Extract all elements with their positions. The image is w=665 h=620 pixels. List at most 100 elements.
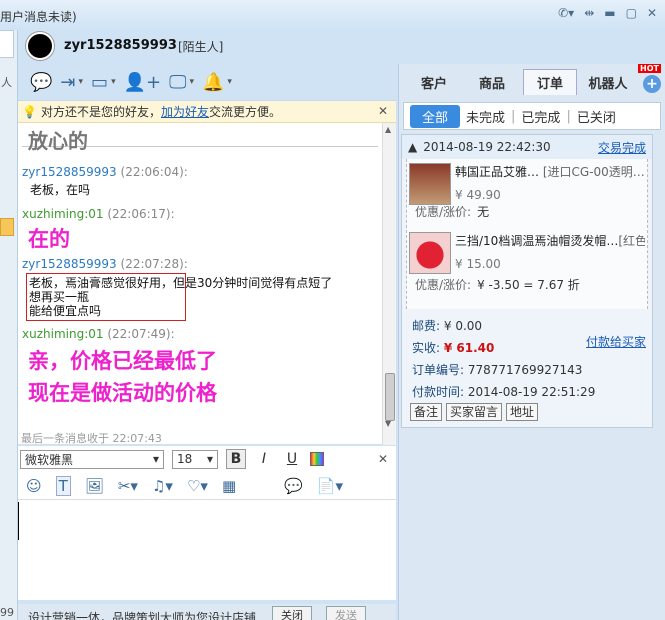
notice-text: 对方还不是您的好友， [40, 105, 161, 119]
order-card: ▲ 2014-08-19 22:42:30 交易完成 韩国正品艾雅… [进口CG… [401, 134, 653, 428]
order-number: 778771769927143 [467, 363, 583, 377]
font-family-select[interactable]: 微软雅黑 ▾ [20, 449, 164, 469]
underline-button[interactable]: U [282, 449, 302, 469]
voice-icon[interactable]: ♫▾ [152, 477, 173, 495]
product-title[interactable]: 三挡/10档调温焉油帽烫发帽…[红色] [455, 232, 645, 249]
scissors-icon[interactable]: ✂▾ [118, 477, 138, 495]
order-filter-tabs: 全部 未完成 | 已完成 | 已关闭 [403, 102, 661, 130]
left-strip-count: 99 [0, 606, 14, 619]
product-thumbnail[interactable] [409, 163, 451, 205]
avatar[interactable] [26, 32, 54, 60]
last-message-time: 最后一条消息收于 22:07:43 [18, 430, 380, 445]
ad-text[interactable]: 设计营销一体，品牌策划大师为您设计店铺 [28, 609, 256, 620]
contact-header: zyr1528859993 [陌生人] [18, 30, 665, 64]
text-caret [18, 502, 19, 540]
close-icon[interactable]: ✕ [647, 6, 657, 20]
footer-bar: 设计营销一体，品牌策划大师为您设计店铺 关闭 发送 [18, 604, 396, 620]
send-button[interactable]: 发送 [326, 606, 367, 620]
product-title[interactable]: 韩国正品艾雅… [进口CG-00透明… [455, 163, 645, 180]
order-actions: 备注 买家留言 地址 [410, 403, 539, 421]
collapse-icon[interactable]: ▲ [408, 140, 417, 154]
emoji-icon[interactable]: ☺ [26, 477, 42, 495]
history-icon[interactable]: 📄▾ [317, 477, 343, 495]
divider: | [511, 108, 516, 124]
window-title: 用户消息未读) [0, 10, 77, 24]
tab-products[interactable]: 商品 [465, 69, 519, 95]
alert-icon[interactable]: 🔔 ▾ [202, 72, 232, 93]
screen-share-icon[interactable]: 🖵 ▾ [169, 72, 194, 93]
order-status-link[interactable]: 交易完成 [598, 139, 646, 156]
heart-icon[interactable]: ♡▾ [187, 477, 208, 495]
font-size-select[interactable]: 18 ▾ [172, 449, 218, 469]
color-picker-icon[interactable] [310, 452, 324, 466]
image-icon[interactable]: 🖼 [85, 477, 104, 495]
message-text: 在的 [28, 227, 70, 251]
chat-scrollbar[interactable]: ▲ ▼ [382, 123, 396, 445]
left-strip-tab[interactable] [0, 30, 14, 58]
bulb-icon: 💡 [22, 104, 37, 119]
note-button[interactable]: 备注 [410, 403, 443, 421]
add-contact-icon[interactable]: 👤+ [124, 72, 162, 93]
message-text: 亲，价格已经最低了 [28, 349, 217, 373]
filter-closed[interactable]: 已关闭 [577, 107, 616, 126]
phone-icon[interactable]: ✆▾ [558, 6, 574, 20]
font-toolbar: 微软雅黑 ▾ 18 ▾ B I U ✕ [18, 446, 396, 472]
filter-complete[interactable]: 已完成 [521, 107, 560, 126]
order-summary: 邮费: ¥ 0.00 实收: ¥ 61.40 付款给买家 订单编号: 77877… [412, 319, 646, 399]
order-items: 韩国正品艾雅… [进口CG-00透明… ¥ 49.90 优惠/涨价: 无 三挡/1… [406, 159, 648, 309]
divider: | [566, 108, 571, 124]
chat-bubble-icon[interactable]: 💬 [30, 72, 52, 93]
message-text: 现在是做活动的价格 [28, 381, 217, 405]
maximize-icon[interactable]: ▢ [626, 6, 637, 20]
message-sender: xuzhiming:01 (22:06:17): [22, 207, 175, 221]
font-style-icon[interactable]: T [55, 475, 71, 496]
shipping-fee: ¥ 0.00 [443, 319, 483, 333]
left-strip-label: 人 [1, 76, 12, 89]
notice-text-after: 交流更方便。 [208, 105, 281, 119]
message-input[interactable] [18, 500, 396, 600]
quick-reply-icon[interactable]: 💬 [284, 477, 303, 495]
pin-icon[interactable]: ⇹ [584, 6, 594, 20]
product-price: ¥ 15.00 [455, 257, 501, 271]
friend-notice: 💡 对方还不是您的好友， 加为好友 交流更方便。 ✕ [18, 101, 396, 123]
tab-customer[interactable]: 客户 [407, 69, 461, 95]
input-toolbar: ☺ T 🖼 ✂▾ ♫▾ ♡▾ ▦ 💬 📄▾ [18, 472, 396, 500]
bold-button[interactable]: B [226, 449, 246, 469]
pay-buyer-link[interactable]: 付款给买家 [586, 331, 646, 353]
scroll-thumb[interactable] [385, 373, 395, 421]
hot-badge: HOT [638, 64, 661, 73]
italic-button[interactable]: I [254, 449, 274, 469]
tab-orders[interactable]: 订单 [523, 69, 577, 95]
product-price: ¥ 49.90 [455, 188, 501, 202]
close-button[interactable]: 关闭 [272, 606, 313, 620]
minimize-icon[interactable]: ▬ [604, 6, 615, 20]
chevron-down-icon: ▾ [152, 452, 159, 466]
close-notice-icon[interactable]: ✕ [378, 104, 388, 118]
add-tab-icon[interactable]: + [643, 75, 661, 93]
chat-toolbar: 💬 ⇥ ▾ ▭ ▾ 👤+ 🖵 ▾ 🔔 ▾ [18, 66, 396, 98]
left-strip-highlight [0, 218, 14, 236]
message-sender: zyr1528859993 (22:07:28): [22, 257, 188, 271]
transfer-icon[interactable]: ⇥ ▾ [60, 72, 83, 93]
add-friend-link[interactable]: 加为好友 [161, 103, 209, 120]
tab-robot[interactable]: 机器人 [581, 69, 635, 95]
previous-image-text: 放心的 [22, 125, 378, 153]
scroll-down-icon[interactable]: ▼ [385, 419, 391, 428]
window-controls: ✆▾ ⇹ ▬ ▢ ✕ [558, 6, 657, 20]
calculator-icon[interactable]: ▦ [222, 477, 236, 495]
chevron-down-icon: ▾ [206, 452, 213, 466]
product-thumbnail[interactable] [409, 232, 451, 274]
highlighted-message: 老板，焉油膏感觉很好用，但是30分钟时间觉得有点短了 想再买一瓶 能给便宜点吗 [26, 273, 332, 321]
contact-status: [陌生人] [178, 40, 224, 54]
message-sender: zyr1528859993 (22:06:04): [22, 165, 188, 179]
chat-panel: 💡 对方还不是您的好友， 加为好友 交流更方便。 ✕ ▲ ▼ 放心的 zyr15… [18, 100, 396, 445]
scroll-up-icon[interactable]: ▲ [385, 125, 391, 134]
buyer-message-button[interactable]: 买家留言 [446, 403, 503, 421]
filter-incomplete[interactable]: 未完成 [466, 107, 505, 126]
title-bar: 用户消息未读) ✆▾ ⇹ ▬ ▢ ✕ [0, 0, 665, 30]
contact-name: zyr1528859993 [64, 38, 177, 53]
video-call-icon[interactable]: ▭ ▾ [91, 72, 116, 93]
filter-all[interactable]: 全部 [410, 104, 461, 128]
address-button[interactable]: 地址 [506, 403, 539, 421]
close-fontbar-icon[interactable]: ✕ [378, 452, 388, 466]
